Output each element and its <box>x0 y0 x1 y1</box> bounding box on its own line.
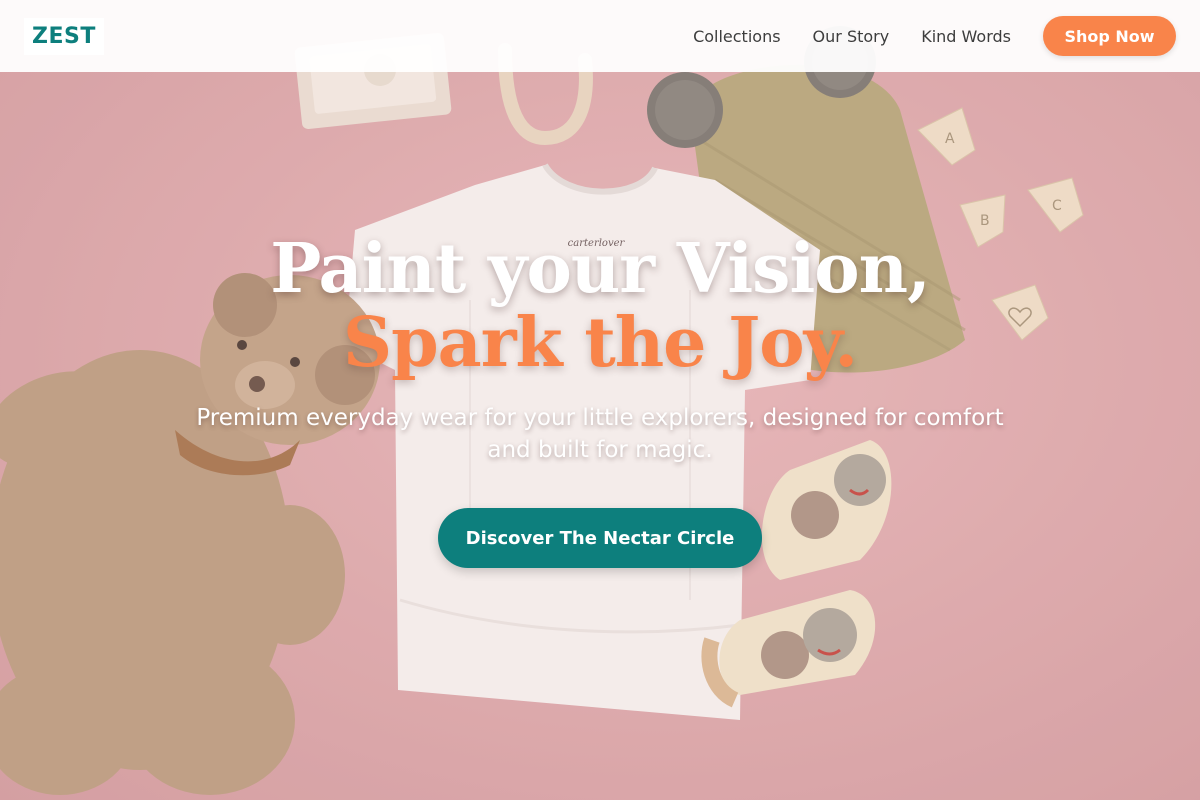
nav-link-kind-words[interactable]: Kind Words <box>921 27 1011 46</box>
brand-logo[interactable]: ZEST <box>24 17 104 55</box>
hero-headline: Paint your Vision, Spark the Joy. <box>0 232 1200 380</box>
main-nav: Collections Our Story Kind Words Shop No… <box>693 16 1176 56</box>
hero-content: Paint your Vision, Spark the Joy. Premiu… <box>0 232 1200 568</box>
nav-link-collections[interactable]: Collections <box>693 27 780 46</box>
hero-subtext: Premium everyday wear for your little ex… <box>196 405 1004 463</box>
headline-line-1: Paint your Vision, <box>270 229 931 309</box>
headline-line-2: Spark the Joy. <box>342 303 858 383</box>
discover-nectar-circle-button[interactable]: Discover The Nectar Circle <box>438 508 762 568</box>
site-header: ZEST Collections Our Story Kind Words Sh… <box>0 0 1200 72</box>
shop-now-button[interactable]: Shop Now <box>1043 16 1176 56</box>
nav-link-our-story[interactable]: Our Story <box>813 27 890 46</box>
